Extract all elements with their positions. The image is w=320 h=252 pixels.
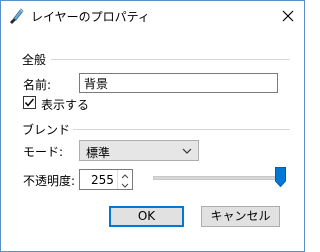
stepper-down-icon[interactable] [118, 179, 132, 188]
brush-icon [7, 7, 25, 25]
stepper-up-icon[interactable] [118, 170, 132, 179]
name-label: 名前: [23, 78, 52, 92]
opacity-value: 255 [91, 173, 114, 187]
mode-label: モード: [23, 145, 64, 159]
ok-button[interactable]: OK [109, 206, 184, 227]
visible-checkbox[interactable] [23, 96, 36, 109]
cancel-button[interactable]: キャンセル [201, 206, 280, 227]
blend-heading: ブレンド [22, 123, 71, 137]
opacity-stepper[interactable]: 255 [79, 169, 133, 190]
opacity-label: 不透明度: [23, 174, 76, 188]
stepper-arrows [117, 170, 132, 189]
dialog-window: レイヤーのプロパティ 全般 名前: 表示する ブレンド モード: 標準 不透明度… [0, 0, 305, 252]
slider-thumb[interactable] [275, 167, 286, 188]
general-divider [51, 59, 290, 60]
title-bar[interactable]: レイヤーのプロパティ [1, 1, 304, 31]
blend-divider [73, 129, 290, 130]
chevron-down-icon [181, 145, 193, 157]
name-field[interactable] [79, 73, 278, 93]
blend-mode-select[interactable]: 標準 [79, 140, 199, 161]
blend-mode-value: 標準 [86, 146, 111, 160]
window-title: レイヤーのプロパティ [31, 10, 150, 24]
visible-label[interactable]: 表示する [41, 96, 89, 113]
opacity-slider[interactable] [153, 176, 281, 180]
close-icon[interactable] [278, 6, 298, 26]
general-heading: 全般 [22, 53, 47, 67]
